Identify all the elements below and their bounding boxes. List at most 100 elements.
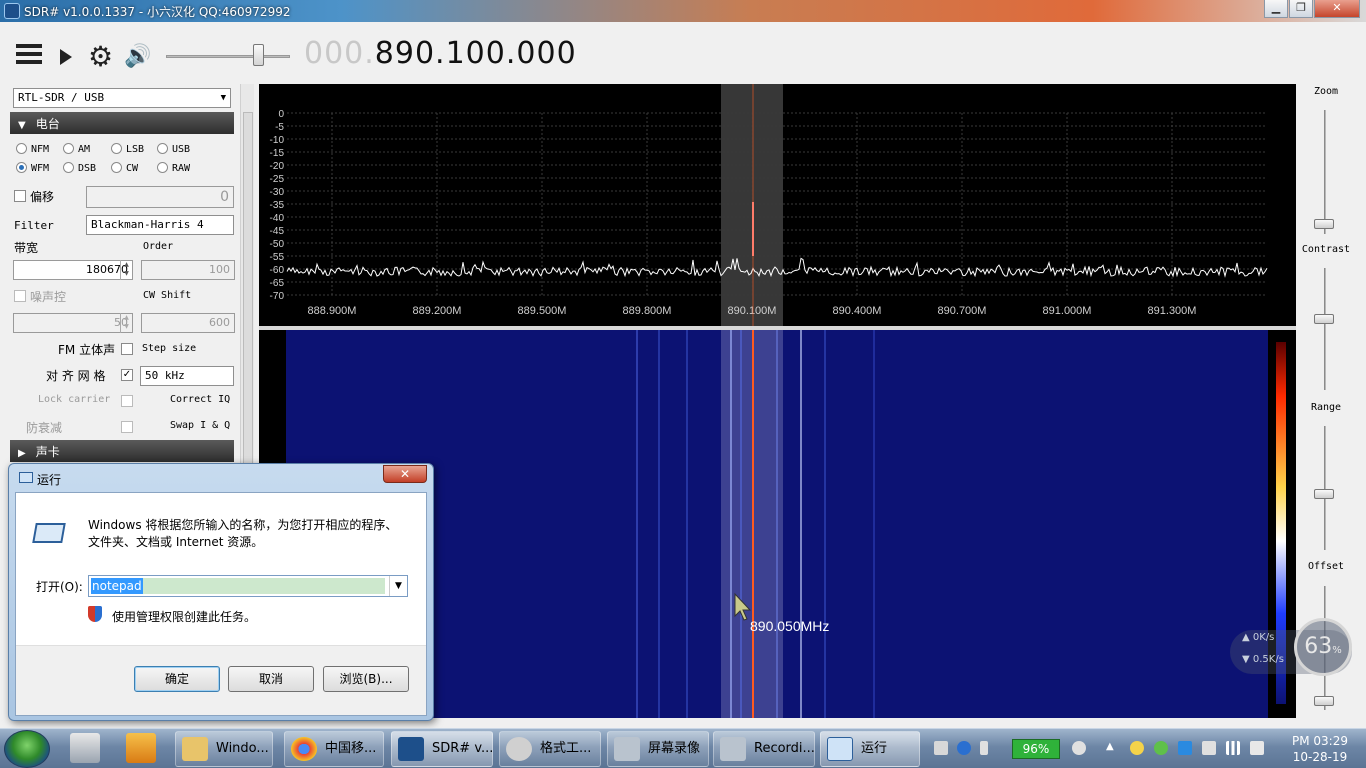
audio-section-header[interactable]: ▶ 声卡 (10, 440, 234, 462)
x-tick-label: 889.200M (413, 305, 462, 317)
calculator-icon[interactable] (70, 733, 100, 763)
zoom-slider-thumb[interactable] (1314, 219, 1334, 229)
cw-shift-field[interactable]: 600 (141, 313, 235, 333)
menu-icon[interactable] (16, 44, 42, 68)
qq-icon[interactable] (1130, 741, 1144, 755)
mode-label: DSB (78, 163, 97, 174)
y-tick-label: -40 (270, 213, 285, 224)
taskbar-item-run[interactable]: 运行 (820, 731, 920, 767)
minimize-button[interactable]: ▁ (1264, 0, 1288, 18)
volume-icon[interactable] (1250, 741, 1264, 755)
input-method-icon[interactable] (980, 741, 988, 755)
speaker-icon[interactable]: 🔊 (124, 46, 151, 68)
signal-icon[interactable] (1226, 741, 1240, 755)
close-button[interactable]: ✕ (1314, 0, 1360, 18)
zoom-slider-track[interactable] (1324, 110, 1326, 234)
browse-button[interactable]: 浏览(B)... (323, 666, 409, 692)
source-select[interactable]: RTL-SDR / USB ▼ (13, 88, 231, 108)
frequency-display[interactable]: 000.890.100.000 (304, 36, 577, 71)
battery-indicator[interactable]: 96% (1012, 739, 1060, 759)
y-tick-label: -15 (270, 148, 285, 159)
maximize-button[interactable]: ❐ (1289, 0, 1313, 18)
taskbar-item-explorer[interactable]: Windo... (175, 731, 273, 767)
taskbar-item-chrome[interactable]: 中国移... (284, 731, 384, 767)
offset-checkbox[interactable] (14, 190, 26, 202)
fm-stereo-checkbox[interactable] (121, 343, 133, 355)
gear-icon[interactable]: ⚙ (88, 43, 113, 71)
range-slider-track[interactable] (1324, 426, 1326, 550)
mode-label: CW (126, 163, 139, 174)
memory-usage-gauge[interactable]: 63% (1294, 618, 1352, 676)
mode-label: WFM (31, 163, 50, 174)
contrast-slider-track[interactable] (1324, 268, 1326, 390)
spectrum-analyzer[interactable]: 0 -5 -10 -15 -20 -25 -30 -35 -40 -45 -50 -55 -60 -65 -… (259, 84, 1296, 326)
taskbar-item-sdr[interactable]: SDR# v... (391, 731, 493, 767)
contrast-slider-thumb[interactable] (1314, 314, 1334, 324)
wechat-icon[interactable] (1154, 741, 1168, 755)
mode-label: USB (172, 144, 191, 155)
squelch-field[interactable]: 50 (13, 313, 133, 333)
mode-dsb[interactable]: DSB (63, 162, 96, 174)
run-dialog-footer: 确定 取消 浏览(B)... (16, 645, 426, 715)
squelch-checkbox[interactable] (14, 290, 26, 302)
show-hidden-icons-icon[interactable]: ▲ (1106, 741, 1120, 755)
run-dialog-close-button[interactable]: ✕ (383, 465, 427, 483)
security-shield-icon[interactable] (1178, 741, 1192, 755)
mode-wfm[interactable]: WFM (16, 162, 49, 174)
play-icon[interactable] (60, 49, 72, 65)
ok-button[interactable]: 确定 (134, 666, 220, 692)
run-command-value: notepad (91, 578, 143, 594)
start-button[interactable] (4, 730, 50, 768)
offset-field[interactable]: 0 (86, 186, 234, 208)
mode-usb[interactable]: USB (157, 143, 190, 155)
cancel-button[interactable]: 取消 (228, 666, 314, 692)
volume-slider-thumb[interactable] (253, 44, 264, 66)
volume-slider-track[interactable] (166, 55, 290, 58)
anti-fading-checkbox[interactable] (121, 421, 133, 433)
bandwidth-field[interactable]: 180670 (13, 260, 133, 280)
order-field[interactable]: 100 (141, 260, 235, 280)
download-speed-value: 0.5K/s (1252, 654, 1284, 665)
mode-label: RAW (172, 163, 191, 174)
squelch-stepper[interactable]: ▲ ▼ (120, 313, 132, 333)
taskbar-item-label: 格式工... (540, 741, 592, 756)
mode-am[interactable]: AM (63, 143, 90, 155)
range-slider-thumb[interactable] (1314, 489, 1334, 499)
offset-slider-thumb[interactable] (1314, 696, 1334, 706)
upload-speed: ▲ 0K/s (1242, 632, 1275, 643)
device-icon[interactable] (1202, 741, 1216, 755)
mode-lsb[interactable]: LSB (111, 143, 144, 155)
run-command-input[interactable]: notepad ▼ (88, 575, 408, 597)
y-tick-label: -50 (270, 239, 285, 250)
bandwidth-stepper[interactable]: ▲ ▼ (120, 260, 132, 280)
chevron-down-icon[interactable]: ▼ (389, 576, 407, 596)
radio-section-title: 电台 (35, 117, 60, 131)
network-speed-widget[interactable]: ▲ 0K/s ▼ 0.5K/s 63% (1230, 618, 1352, 676)
snap-grid-checkbox[interactable]: ✓ (121, 369, 133, 381)
squelch-label: 噪声控 (30, 290, 67, 304)
mode-raw[interactable]: RAW (157, 162, 190, 174)
lock-carrier-checkbox[interactable] (121, 395, 133, 407)
taskbar-item-recording[interactable]: Recordi... (713, 731, 815, 767)
spectrum-chart[interactable]: 0 -5 -10 -15 -20 -25 -30 -35 -40 -45 -50 -55 -60 -65 -… (259, 84, 1296, 326)
sync-icon[interactable] (1072, 741, 1086, 755)
taskbar-item-format-factory[interactable]: 格式工... (499, 731, 601, 767)
step-size-select[interactable]: 50 kHz (140, 366, 234, 386)
help-icon[interactable] (957, 741, 971, 755)
radio-section-header[interactable]: ▼ 电台 (10, 112, 234, 134)
taskbar-item-screen-recorder[interactable]: 屏幕录像 (607, 731, 709, 767)
y-tick-label: -30 (270, 187, 285, 198)
filter-select[interactable]: Blackman-Harris 4 (86, 215, 234, 235)
taskbar-item-label: 运行 (861, 741, 888, 756)
mode-nfm[interactable]: NFM (16, 143, 49, 155)
keyboard-icon[interactable] (934, 741, 948, 755)
radio-dot-selected (16, 162, 27, 173)
mode-cw[interactable]: CW (111, 162, 138, 174)
scrollbar-thumb[interactable] (243, 112, 253, 464)
media-player-icon[interactable] (126, 733, 156, 763)
y-tick-label: -55 (270, 252, 285, 263)
x-tick-label: 890.100M (728, 305, 777, 317)
left-panel-scrollbar[interactable] (240, 84, 254, 464)
order-label: Order (143, 241, 174, 252)
clock[interactable]: PM 03:29 10-28-19 (1280, 733, 1360, 765)
